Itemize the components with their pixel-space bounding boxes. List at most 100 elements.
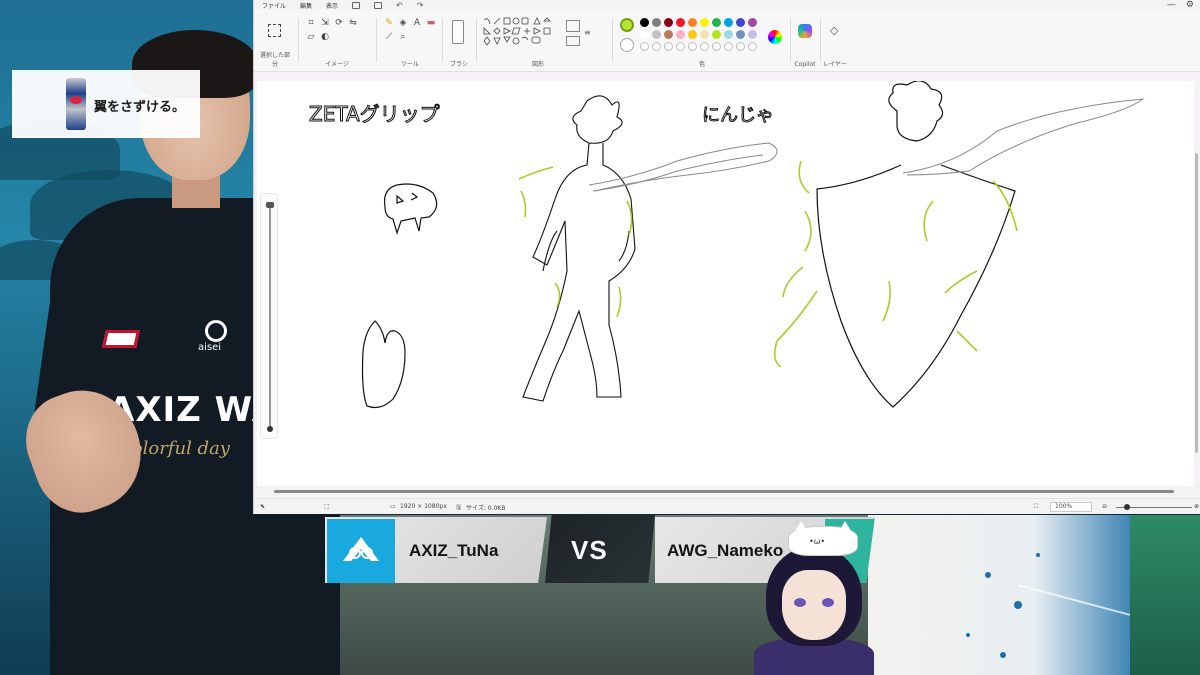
color-swatch[interactable] — [639, 30, 649, 39]
select-icon[interactable] — [268, 24, 281, 37]
redo-icon[interactable]: ↷ — [417, 1, 424, 10]
settings-icon[interactable]: ⚙ — [1186, 0, 1194, 10]
color-swatch[interactable] — [663, 30, 673, 39]
zoom-in-icon[interactable]: ⊕ — [1194, 503, 1199, 510]
palette-row-3 — [638, 42, 758, 51]
ribbon-separator — [376, 18, 377, 62]
resize-icon[interactable]: ⇲ — [320, 18, 330, 28]
color-swatch[interactable] — [675, 42, 685, 51]
copilot-icon[interactable] — [798, 24, 812, 38]
secondary-color-swatch[interactable] — [620, 38, 634, 52]
color-swatch[interactable] — [723, 30, 733, 39]
pointer-icon: ⬉ — [260, 503, 266, 510]
color-swatch[interactable] — [699, 18, 709, 27]
color-swatch[interactable] — [651, 18, 661, 27]
color-swatch[interactable] — [711, 30, 721, 39]
picker-icon[interactable]: ⟋ — [384, 32, 394, 42]
color-swatch[interactable] — [675, 18, 685, 27]
color-swatch[interactable] — [687, 42, 697, 51]
color-swatch[interactable] — [699, 42, 709, 51]
color-swatch[interactable] — [723, 42, 733, 51]
zoom-slider-thumb[interactable] — [1124, 504, 1130, 510]
canvas-label-right: にんじゃ — [702, 105, 774, 126]
rotate-icon[interactable]: ⟳ — [334, 18, 344, 28]
slider-thumb[interactable] — [266, 202, 274, 208]
color-swatch[interactable] — [723, 18, 733, 27]
cat-hat-icon: •ω• — [788, 521, 858, 556]
color-swatch[interactable] — [639, 42, 649, 51]
menu-file[interactable]: ファイル — [262, 1, 286, 10]
color-swatch[interactable] — [699, 30, 709, 39]
pencil-icon[interactable]: ✎ — [384, 18, 394, 28]
invert-icon[interactable]: ◐ — [320, 32, 330, 42]
drawing-canvas[interactable]: ZETAグリップ にんじゃ — [257, 80, 1194, 486]
image-group: ⌗ ⇲ ⟳ ⇋ ▱ ◐ イメージ — [304, 14, 370, 68]
fill-shape-icon[interactable] — [566, 36, 580, 46]
brush-icon[interactable] — [452, 20, 464, 44]
selection-label: 選択した部分 — [259, 52, 290, 68]
canvas-drawings: ZETAグリップ にんじゃ — [309, 80, 1145, 409]
cat-ear — [795, 521, 807, 531]
save-icon[interactable] — [352, 1, 361, 9]
figure-sash-doodle — [588, 142, 778, 192]
color-swatch[interactable] — [711, 42, 721, 51]
left-team-name: AXIZ_TuNa — [409, 541, 499, 560]
flip-icon[interactable]: ⇋ — [348, 18, 358, 28]
minimize-icon[interactable]: — — [1167, 0, 1176, 10]
avatar-eye-right — [822, 598, 834, 607]
primary-color-swatch[interactable] — [620, 18, 634, 32]
eraser-icon[interactable]: ▬ — [426, 18, 436, 28]
layers-icon[interactable]: ◇ — [830, 24, 838, 37]
fill-icon[interactable]: ◈ — [398, 18, 408, 28]
tools-label: ツール — [400, 61, 419, 68]
color-wheel-icon[interactable] — [768, 30, 782, 44]
text-icon[interactable]: A — [412, 18, 422, 28]
file-size: サイズ: 0.0KB — [466, 505, 506, 512]
share-icon[interactable] — [374, 1, 383, 9]
ribbon-separator — [476, 18, 477, 62]
ribbon-toolbar: 選択した部分 ⌗ ⇲ ⟳ ⇋ ▱ ◐ イメージ ✎ ◈ A ▬ ⟋ ⌕ ツール … — [254, 10, 1200, 72]
color-swatch[interactable] — [747, 42, 757, 51]
avatar-face — [782, 570, 846, 640]
palette-row-1 — [638, 18, 758, 27]
color-swatch[interactable] — [663, 18, 673, 27]
color-swatch[interactable] — [687, 18, 697, 27]
color-swatch[interactable] — [639, 18, 649, 27]
team-logo-icon — [102, 330, 140, 348]
color-swatch[interactable] — [735, 30, 745, 39]
color-swatch[interactable] — [747, 18, 757, 27]
menu-edit[interactable]: 編集 — [300, 1, 312, 10]
shield-figure-doodle — [816, 80, 1016, 408]
color-swatch[interactable] — [747, 30, 757, 39]
team-emblem-icon — [343, 537, 379, 561]
menu-view[interactable]: 表示 — [326, 1, 338, 10]
color-swatch[interactable] — [735, 18, 745, 27]
vertical-scrollbar[interactable] — [1195, 153, 1198, 453]
color-swatch[interactable] — [651, 30, 661, 39]
fit-window-icon[interactable]: ⛶ — [1034, 503, 1038, 511]
color-swatch[interactable] — [675, 30, 685, 39]
undo-icon[interactable]: ↶ — [396, 1, 403, 10]
zoom-level[interactable]: 100% — [1050, 502, 1092, 512]
magnifier-icon[interactable]: ⌕ — [398, 32, 408, 42]
skew-icon[interactable]: ▱ — [306, 32, 316, 42]
zoom-out-icon[interactable]: ⊖ — [1102, 503, 1107, 510]
vs-label: VS — [571, 535, 608, 565]
color-swatch[interactable] — [687, 30, 697, 39]
color-swatch[interactable] — [735, 42, 745, 51]
color-swatch[interactable] — [663, 42, 673, 51]
vtuber-avatar: •ω• — [748, 520, 878, 675]
canvas-size-icon: ▭ — [390, 503, 396, 510]
brush-size-slider[interactable] — [260, 193, 278, 439]
color-swatch[interactable] — [711, 18, 721, 27]
crop-icon[interactable]: ⌗ — [306, 18, 316, 28]
outline-icon[interactable] — [566, 20, 580, 32]
color-swatch[interactable] — [651, 42, 661, 51]
brushes-label: ブラシ — [450, 61, 468, 68]
horizontal-scrollbar[interactable] — [274, 490, 1174, 493]
shape-size-icon[interactable]: ≡ — [584, 28, 591, 37]
brushes-group: ブラシ — [446, 14, 472, 68]
ribbon-separator — [442, 18, 443, 62]
figure-aura-doodle — [518, 166, 633, 318]
canvas-dimensions: 1920 × 1080px — [400, 503, 447, 510]
